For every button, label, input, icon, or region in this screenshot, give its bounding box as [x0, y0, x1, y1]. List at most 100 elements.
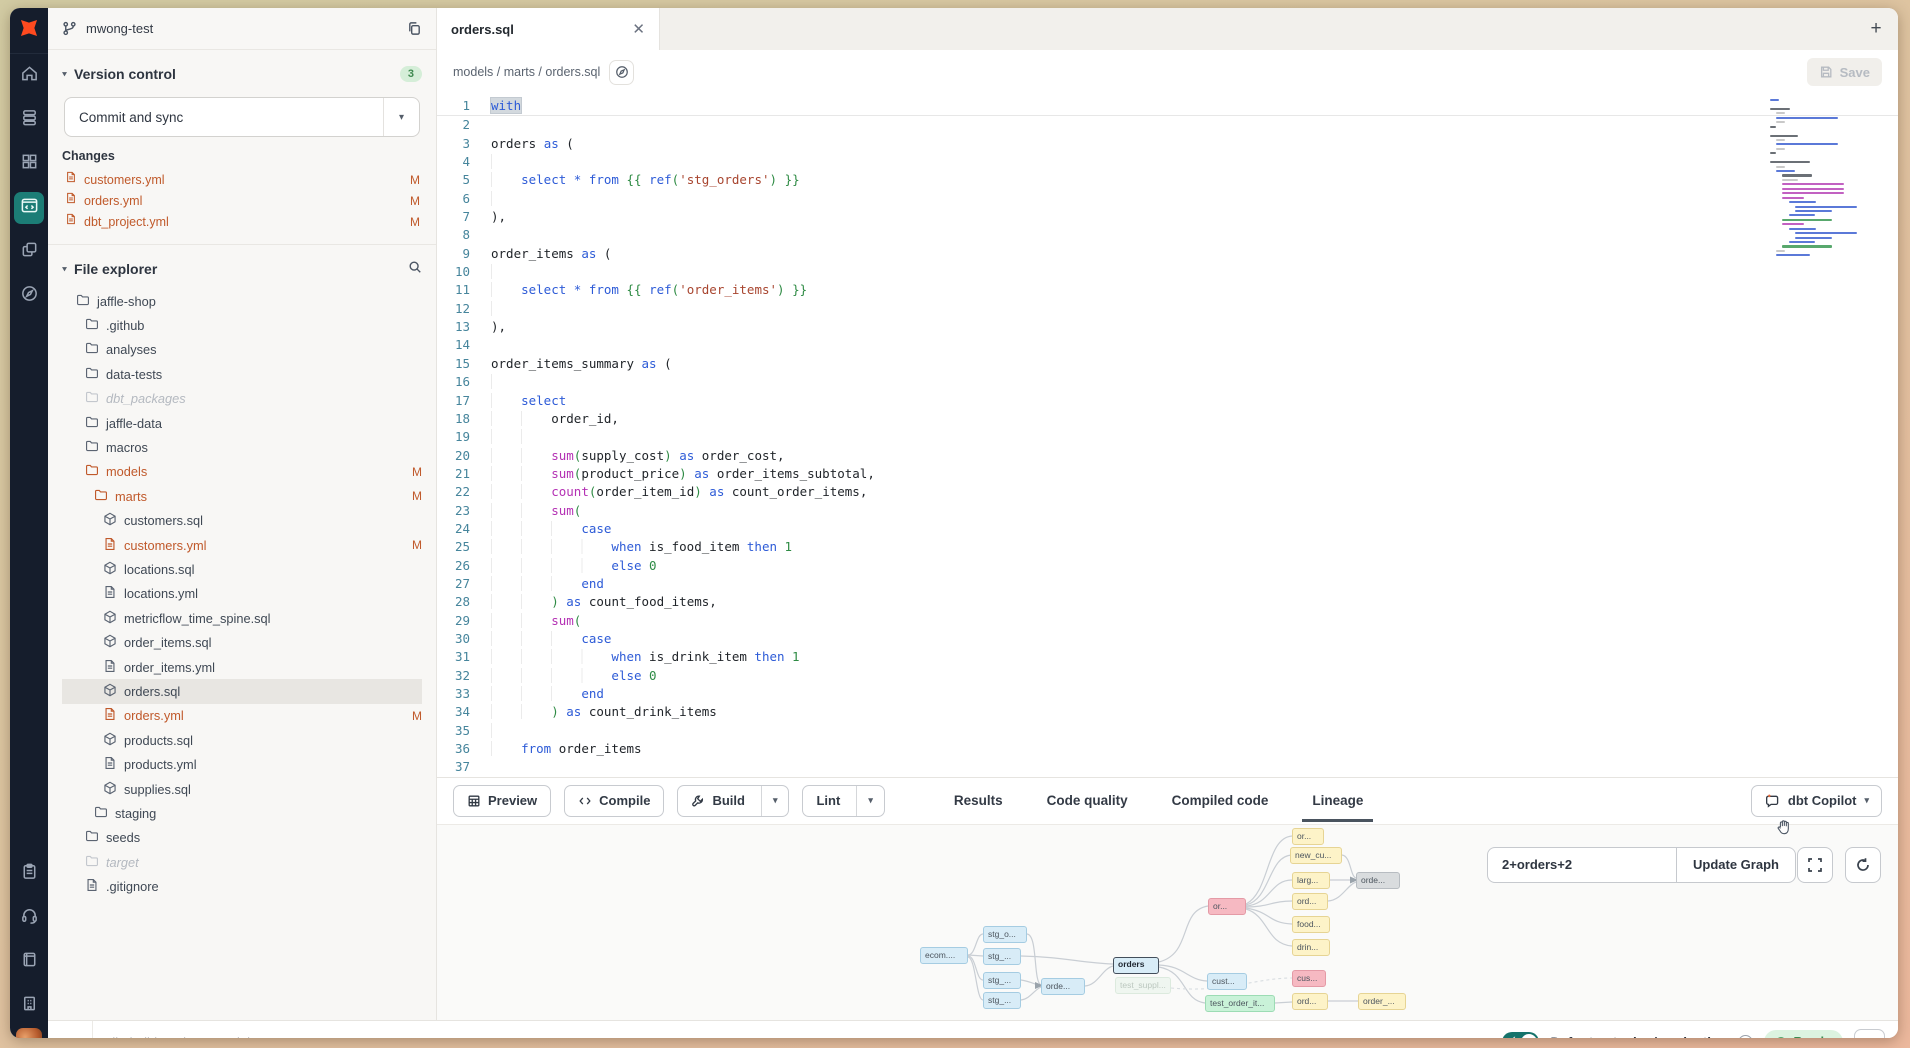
tree-item-customers-sql[interactable]: customers.sql: [62, 509, 422, 533]
copy-icon[interactable]: [407, 21, 422, 36]
tree-item-data-tests[interactable]: data-tests: [62, 362, 422, 386]
update-graph-button[interactable]: Update Graph: [1676, 848, 1795, 882]
chevron-down-icon[interactable]: ▾: [856, 786, 875, 816]
tree-item-products-sql[interactable]: products.sql: [62, 728, 422, 752]
changed-file-row[interactable]: orders.ymlM: [62, 190, 422, 211]
tree-item-customers-yml[interactable]: customers.ymlM: [62, 533, 422, 557]
tab-compiled-code[interactable]: Compiled code: [1172, 793, 1269, 808]
tree-item-orders-sql[interactable]: orders.sql: [62, 679, 422, 703]
commit-and-sync-button[interactable]: Commit and sync ▾: [64, 97, 420, 137]
nav-headset[interactable]: [10, 896, 48, 940]
graph-selector-input[interactable]: [1488, 848, 1676, 882]
lineage-node-orde-[interactable]: orde...: [1041, 978, 1085, 995]
lineage-node-or-[interactable]: or...: [1208, 898, 1246, 915]
lineage-node-stg-[interactable]: stg_...: [983, 992, 1021, 1009]
tree-item-order-items-sql[interactable]: order_items.sql: [62, 630, 422, 654]
lineage-node-cust-[interactable]: cust...: [1207, 973, 1247, 990]
tree-item-jaffle-data[interactable]: jaffle-data: [62, 411, 422, 435]
defer-toggle[interactable]: ✓: [1502, 1032, 1539, 1038]
refresh-graph-button[interactable]: [1845, 847, 1881, 883]
version-control-header[interactable]: ▾ Version control 3: [62, 60, 422, 88]
tree-item--gitignore[interactable]: .gitignore: [62, 874, 422, 898]
status-bar: ▲ dbt build --select <model_name> ✓ Defe…: [48, 1020, 1898, 1038]
nav-grid[interactable]: [10, 142, 48, 186]
nav-building[interactable]: [10, 984, 48, 1028]
nav-code-editor[interactable]: [10, 186, 48, 230]
preview-button[interactable]: Preview: [453, 785, 551, 817]
tab-lineage[interactable]: Lineage: [1312, 793, 1363, 808]
fullscreen-button[interactable]: [1797, 847, 1833, 883]
tree-item-staging[interactable]: staging: [62, 801, 422, 825]
tree-item-macros[interactable]: macros: [62, 435, 422, 459]
lineage-node-ord-[interactable]: ord...: [1292, 993, 1328, 1010]
lineage-node-orders[interactable]: orders: [1113, 957, 1159, 974]
new-tab-button[interactable]: +: [1854, 8, 1898, 50]
nav-stack[interactable]: [10, 98, 48, 142]
tree-item-marts[interactable]: martsM: [62, 484, 422, 508]
nav-windows[interactable]: [10, 230, 48, 274]
dbt-copilot-button[interactable]: dbt Copilot ▾: [1751, 785, 1882, 817]
tree-item-order-items-yml[interactable]: order_items.yml: [62, 655, 422, 679]
lineage-node-food-[interactable]: food...: [1292, 916, 1330, 933]
lineage-node-cus-[interactable]: cus...: [1292, 970, 1326, 987]
nav-compass[interactable]: [10, 274, 48, 318]
tree-item-seeds[interactable]: seeds: [62, 826, 422, 850]
code-editor[interactable]: 1with23orders as (4 5 select * from {{ r…: [437, 94, 1898, 777]
nav-notebook[interactable]: [10, 940, 48, 984]
file-explorer-header[interactable]: ▾ File explorer: [62, 255, 422, 283]
tree-item-target[interactable]: target: [62, 850, 422, 874]
tree-item-dbt-packages[interactable]: dbt_packages: [62, 387, 422, 411]
lineage-graph[interactable]: ecom....stg_o...stg_...stg_...stg_...ord…: [437, 824, 1898, 1020]
home-icon: [20, 64, 39, 88]
build-button[interactable]: Build▾: [677, 785, 789, 817]
close-tab-icon[interactable]: ✕: [632, 20, 645, 38]
tree-item-supplies-sql[interactable]: supplies.sql: [62, 777, 422, 801]
compile-button[interactable]: Compile: [564, 785, 664, 817]
lineage-node-ecom-[interactable]: ecom....: [920, 947, 968, 964]
lineage-node-test-order-it-[interactable]: test_order_it...: [1205, 995, 1275, 1012]
expand-command-bar-button[interactable]: ▲: [48, 1021, 93, 1038]
tab-orders-sql[interactable]: orders.sql ✕: [437, 8, 660, 50]
tree-item-locations-sql[interactable]: locations.sql: [62, 557, 422, 581]
tab-code-quality[interactable]: Code quality: [1047, 793, 1128, 808]
info-icon[interactable]: ?: [1738, 1035, 1753, 1038]
lineage-node-drin-[interactable]: drin...: [1292, 939, 1330, 956]
command-input[interactable]: dbt build --select <model_name>: [108, 1035, 297, 1038]
lineage-node-stg-[interactable]: stg_...: [983, 972, 1021, 989]
changed-file-row[interactable]: customers.ymlM: [62, 169, 422, 190]
more-options-button[interactable]: ...: [1854, 1029, 1885, 1038]
tree-item--github[interactable]: .github: [62, 313, 422, 337]
modified-badge: M: [410, 194, 422, 208]
lineage-node-stg-[interactable]: stg_...: [983, 948, 1021, 965]
tree-item-models[interactable]: modelsM: [62, 460, 422, 484]
chevron-down-icon[interactable]: ▾: [761, 786, 780, 816]
search-icon[interactable]: [408, 260, 422, 279]
lineage-node-test-suppl-[interactable]: test_suppl...: [1115, 977, 1171, 994]
tree-item-jaffle-shop[interactable]: jaffle-shop: [62, 289, 422, 313]
editor-minimap[interactable]: [1770, 99, 1844, 263]
save-button[interactable]: Save: [1807, 58, 1882, 86]
changed-file-row[interactable]: dbt_project.ymlM: [62, 211, 422, 232]
tree-item-orders-yml[interactable]: orders.ymlM: [62, 704, 422, 728]
lineage-node-stg-o-[interactable]: stg_o...: [983, 926, 1027, 943]
tree-item-metricflow-time-spine-sql[interactable]: metricflow_time_spine.sql: [62, 606, 422, 630]
tree-item-products-yml[interactable]: products.yml: [62, 752, 422, 776]
lineage-node-larg-[interactable]: larg...: [1292, 872, 1330, 889]
tree-item-locations-yml[interactable]: locations.yml: [62, 582, 422, 606]
nav-dbt-logo[interactable]: [10, 8, 48, 54]
tab-results[interactable]: Results: [954, 793, 1003, 808]
lineage-node-orde-[interactable]: orde...: [1356, 872, 1400, 889]
commit-options-chevron[interactable]: ▾: [383, 98, 419, 136]
lineage-node-or-[interactable]: or...: [1292, 828, 1324, 845]
lint-button[interactable]: Lint▾: [802, 785, 884, 817]
lineage-node-new-cu-[interactable]: new_cu...: [1290, 847, 1342, 864]
open-in-lineage-button[interactable]: [609, 60, 634, 85]
lineage-node-order-[interactable]: order_...: [1358, 993, 1406, 1010]
branch-name[interactable]: mwong-test: [86, 21, 153, 36]
user-avatar[interactable]: [16, 1028, 42, 1038]
tree-item-analyses[interactable]: analyses: [62, 338, 422, 362]
lineage-node-ord-[interactable]: ord...: [1292, 893, 1328, 910]
nav-clipboard[interactable]: [10, 852, 48, 896]
nav-home[interactable]: [10, 54, 48, 98]
breadcrumb: models / marts / orders.sql: [453, 65, 600, 79]
